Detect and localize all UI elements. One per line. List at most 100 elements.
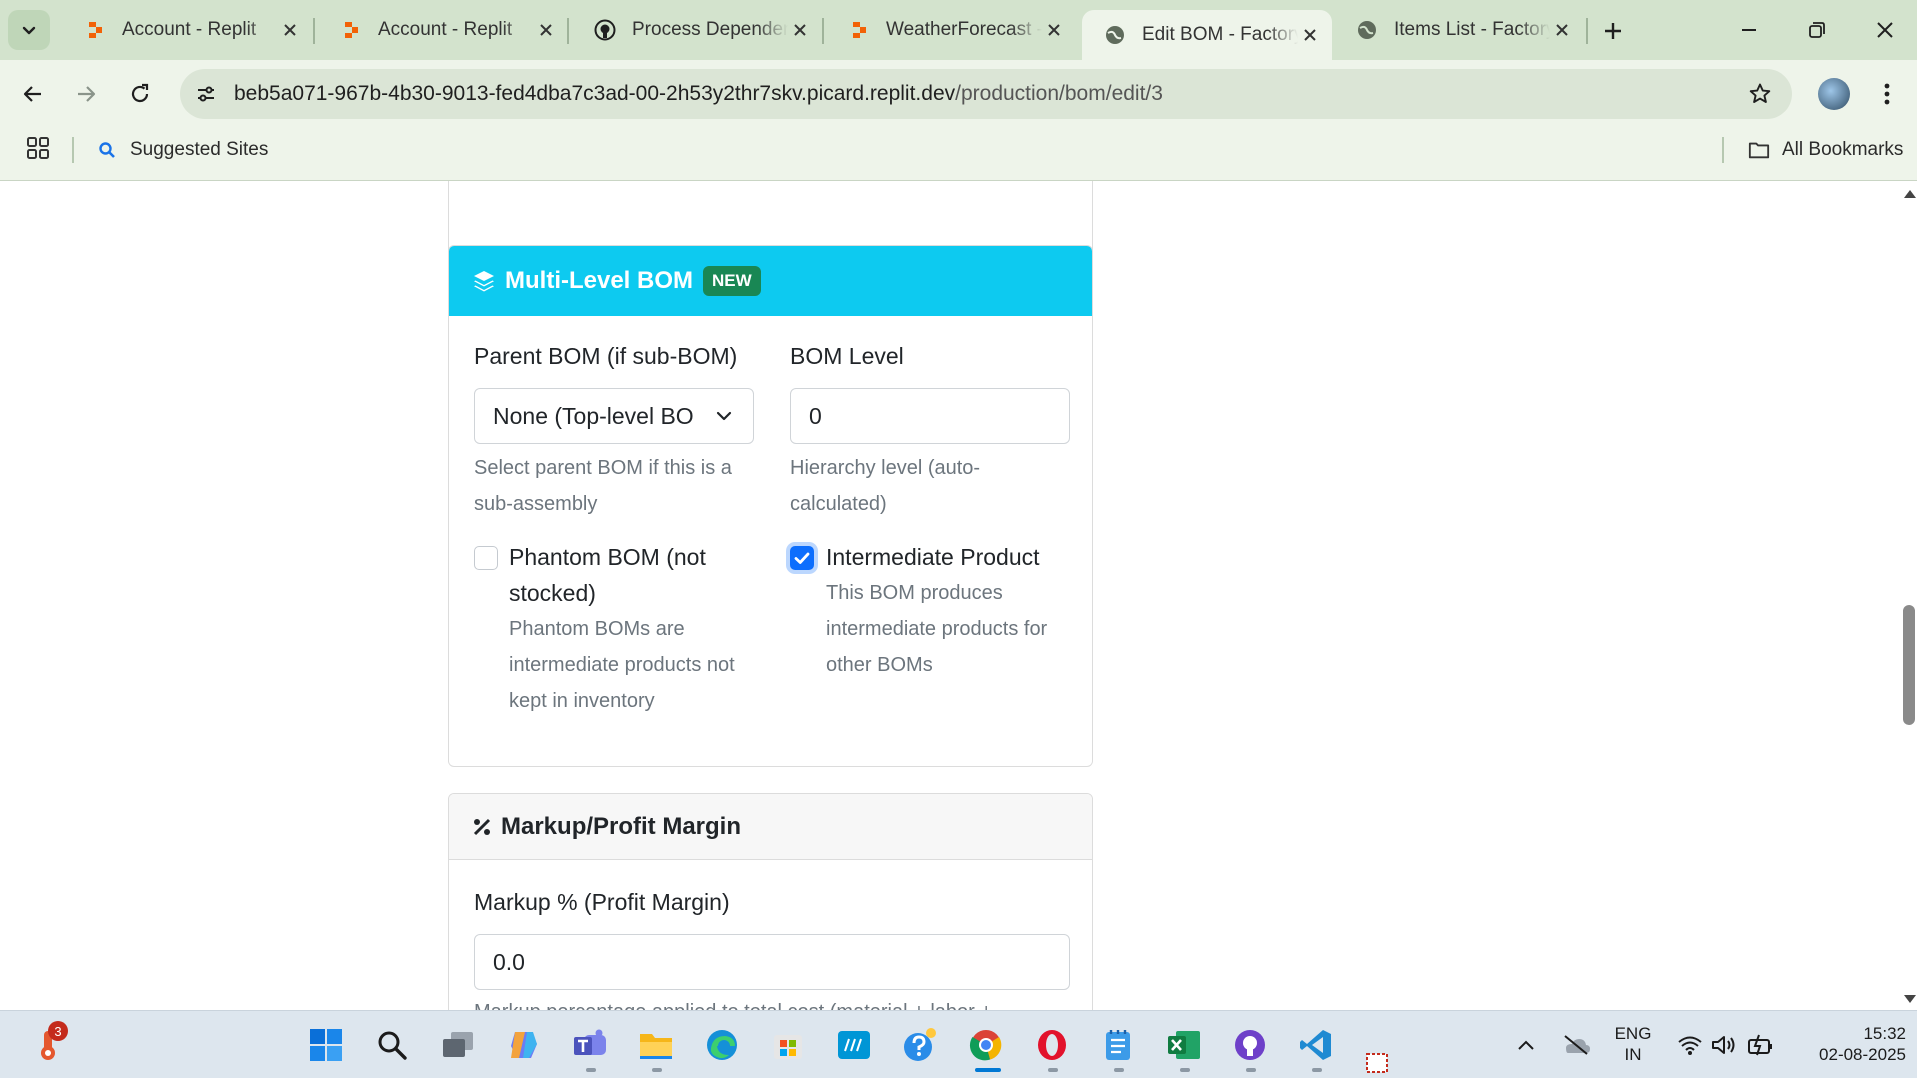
site-info-icon[interactable] bbox=[192, 80, 220, 108]
browser-tab[interactable]: Account - Replit bbox=[318, 8, 568, 52]
battery-charging-icon[interactable] bbox=[1740, 1025, 1780, 1065]
browser-tab[interactable]: WeatherForecast - bbox=[826, 8, 1076, 52]
back-button[interactable] bbox=[13, 74, 53, 114]
page-viewport[interactable]: Multi-Level BOM NEW Parent BOM (if sub-B… bbox=[0, 181, 1917, 1010]
scrollbar-thumb[interactable] bbox=[1903, 605, 1915, 725]
teams-icon[interactable] bbox=[570, 1025, 610, 1065]
vscode-icon[interactable] bbox=[1296, 1025, 1336, 1065]
close-window-button[interactable] bbox=[1860, 10, 1910, 50]
reload-button[interactable] bbox=[120, 74, 160, 114]
close-icon[interactable] bbox=[788, 18, 812, 42]
phantom-bom-label[interactable]: Phantom BOM (not stocked) bbox=[509, 539, 749, 611]
restore-button[interactable] bbox=[1792, 10, 1842, 50]
browser-menu-button[interactable] bbox=[1874, 74, 1900, 114]
bookmark-label: Suggested Sites bbox=[130, 139, 269, 160]
minimize-button[interactable] bbox=[1724, 10, 1774, 50]
browser-tab-active[interactable]: Edit BOM - Factory bbox=[1082, 10, 1332, 60]
bookmark-separator bbox=[72, 137, 74, 163]
language-code: ENG bbox=[1614, 1024, 1652, 1043]
notepad-icon[interactable] bbox=[1098, 1025, 1138, 1065]
replit-icon bbox=[340, 19, 362, 41]
forward-button[interactable] bbox=[66, 74, 106, 114]
apps-grid-icon[interactable] bbox=[26, 136, 50, 160]
language-indicator[interactable]: ENG IN bbox=[1608, 1023, 1658, 1065]
clock[interactable]: 15:32 02-08-2025 bbox=[1786, 1023, 1906, 1065]
browser-tab[interactable]: Process Dependen bbox=[572, 8, 822, 52]
close-icon[interactable] bbox=[1298, 23, 1322, 47]
parent-bom-selected-value: None (Top-level BO bbox=[493, 402, 694, 429]
volume-icon[interactable] bbox=[1704, 1025, 1744, 1065]
phantom-bom-help: Phantom BOMs are intermediate products n… bbox=[509, 618, 735, 712]
onedrive-icon[interactable] bbox=[1556, 1025, 1596, 1065]
intermediate-product-help: This BOM produces intermediate products … bbox=[826, 582, 1048, 676]
scroll-down-arrow-icon[interactable] bbox=[1904, 994, 1916, 1004]
file-explorer-icon[interactable] bbox=[636, 1025, 676, 1065]
markup-percent-input[interactable]: 0.0 bbox=[474, 934, 1070, 990]
show-hidden-icons-chevron-icon[interactable] bbox=[1506, 1025, 1546, 1065]
phantom-bom-checkbox[interactable] bbox=[474, 546, 498, 570]
intermediate-product-label[interactable]: Intermediate Product bbox=[826, 539, 1076, 575]
page-scrollbar[interactable] bbox=[1899, 181, 1917, 1010]
markup-percent-label: Markup % (Profit Margin) bbox=[474, 889, 730, 915]
bom-level-value: 0 bbox=[809, 402, 822, 429]
bom-level-label: BOM Level bbox=[790, 343, 904, 369]
close-icon[interactable] bbox=[1550, 18, 1574, 42]
bookmark-star-icon[interactable] bbox=[1746, 80, 1774, 108]
microsoft-store-icon[interactable] bbox=[768, 1025, 808, 1065]
active-app-indicator bbox=[975, 1068, 1001, 1072]
browser-tab[interactable]: Account - Replit bbox=[62, 8, 312, 52]
windows-start-icon[interactable] bbox=[306, 1025, 346, 1065]
edge-icon[interactable] bbox=[702, 1025, 742, 1065]
search-icon bbox=[96, 139, 118, 161]
notification-badge: 3 bbox=[48, 1021, 68, 1041]
bookmark-suggested-sites[interactable]: Suggested Sites bbox=[96, 134, 268, 166]
tab-separator bbox=[567, 18, 569, 44]
tab-separator bbox=[313, 18, 315, 44]
parent-bom-label: Parent BOM (if sub-BOM) bbox=[474, 343, 738, 369]
opera-icon[interactable] bbox=[1032, 1025, 1072, 1065]
running-indicator bbox=[1048, 1068, 1058, 1072]
arrow-left-icon bbox=[23, 86, 41, 102]
bom-level-input[interactable]: 0 bbox=[790, 388, 1070, 444]
markup-help: Markup percentage applied to total cost … bbox=[474, 994, 1070, 1010]
tab-title: Account - Replit bbox=[122, 19, 257, 40]
github-desktop-icon[interactable] bbox=[1230, 1025, 1270, 1065]
search-icon[interactable] bbox=[372, 1025, 412, 1065]
address-bar[interactable]: beb5a071-967b-4b30-9013-fed4dba7c3ad-00-… bbox=[180, 69, 1792, 119]
profile-avatar[interactable] bbox=[1818, 78, 1850, 110]
parent-bom-select[interactable]: None (Top-level BO bbox=[474, 388, 754, 444]
excel-icon[interactable] bbox=[1164, 1025, 1204, 1065]
replit-icon bbox=[84, 19, 106, 41]
task-view-icon[interactable] bbox=[438, 1025, 478, 1065]
myhp-icon[interactable] bbox=[834, 1025, 874, 1065]
running-indicator bbox=[1246, 1068, 1256, 1072]
help-icon[interactable] bbox=[900, 1025, 940, 1065]
markup-percent-value: 0.0 bbox=[493, 948, 525, 975]
markup-header: Markup/Profit Margin bbox=[449, 794, 1092, 860]
new-tab-button[interactable] bbox=[1596, 14, 1630, 48]
more-vertical-icon bbox=[1884, 83, 1890, 105]
running-indicator bbox=[1312, 1068, 1322, 1072]
browser-tab[interactable]: Items List - Factory bbox=[1334, 8, 1584, 52]
bookmark-separator bbox=[1722, 137, 1724, 163]
intermediate-product-checkbox[interactable] bbox=[790, 546, 814, 570]
snipping-tool-icon[interactable] bbox=[1364, 1052, 1392, 1074]
scroll-up-arrow-icon[interactable] bbox=[1904, 189, 1916, 199]
chrome-icon[interactable] bbox=[966, 1025, 1006, 1065]
tab-search-button[interactable] bbox=[8, 10, 50, 50]
bookmark-label: All Bookmarks bbox=[1782, 139, 1904, 160]
tab-title: Process Dependen bbox=[632, 19, 788, 40]
restore-icon bbox=[1809, 22, 1825, 38]
replit-icon bbox=[848, 19, 870, 41]
percent-icon bbox=[471, 816, 493, 838]
copilot-icon[interactable] bbox=[504, 1025, 544, 1065]
arrow-right-icon bbox=[78, 86, 96, 102]
reload-icon bbox=[131, 83, 149, 103]
tab-title: Edit BOM - Factory bbox=[1142, 24, 1298, 45]
url-host: beb5a071-967b-4b30-9013-fed4dba7c3ad-00-… bbox=[234, 82, 956, 105]
close-icon[interactable] bbox=[278, 18, 302, 42]
close-icon[interactable] bbox=[1042, 18, 1066, 42]
all-bookmarks-button[interactable]: All Bookmarks bbox=[1748, 134, 1903, 166]
card-title: Markup/Profit Margin bbox=[501, 812, 742, 840]
close-icon[interactable] bbox=[534, 18, 558, 42]
